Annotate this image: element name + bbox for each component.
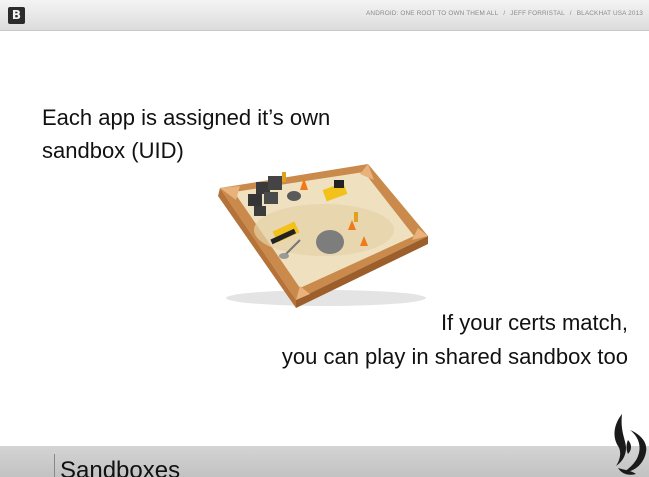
header-separator: / [569,10,572,17]
footer-divider [54,454,55,477]
slide-header-bar: B ANDROID: ONE ROOT TO OWN THEM ALL / JEFF… [0,0,649,31]
sandbox-toy-image [218,164,428,308]
header-running-title: ANDROID: ONE ROOT TO OWN THEM ALL / JEFF F… [366,10,643,17]
header-separator: / [503,10,506,17]
talk-title: ANDROID: ONE ROOT TO OWN THEM ALL [366,10,499,17]
tribal-logo-icon [614,414,647,475]
slide-text-left: Each app is assigned it’s own sandbox (U… [42,101,330,167]
logo-letter: B [11,8,22,22]
blackhat-logo-icon: B [8,7,25,24]
text-line-1: Each app is assigned it’s own [42,105,331,130]
text-right-line-1: If your certs match, [440,310,628,335]
author-name: JEFF FORRISTAL [510,10,565,17]
text-right-line-2: you can play in shared sandbox too [281,344,628,369]
slide-footer-bar: Sandboxes [0,446,649,477]
slide-title: Sandboxes [60,457,181,477]
event-name: BLACKHAT USA 2013 [576,10,643,17]
slide-text-right: If your certs match, you can play in sha… [282,306,628,374]
